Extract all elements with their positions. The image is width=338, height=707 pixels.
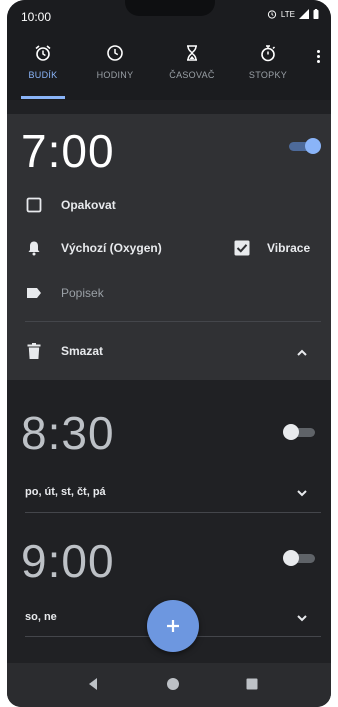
plus-icon — [167, 620, 179, 632]
status-icons: LTE — [267, 9, 319, 19]
home-icon[interactable] — [166, 677, 180, 691]
signal-icon — [299, 9, 309, 19]
card-divider — [25, 321, 321, 322]
alarm-time[interactable]: 7:00 — [21, 124, 115, 178]
tab-timer-label: ČASOVAČ — [169, 70, 215, 80]
tab-clock-label: HODINY — [96, 70, 134, 80]
vibrate-label: Vibrace — [267, 241, 311, 255]
camera-notch — [125, 0, 215, 16]
collapse-chevron-icon[interactable] — [295, 346, 309, 360]
delete-label: Smazat — [61, 344, 104, 358]
ringtone-row[interactable]: Výchozí (Oxygen) — [25, 239, 162, 257]
add-alarm-button[interactable] — [147, 600, 199, 652]
delete-row[interactable]: Smazat — [25, 342, 103, 360]
label-tag-icon — [25, 284, 43, 302]
stopwatch-icon — [261, 45, 276, 62]
expand-chevron-icon[interactable] — [295, 611, 309, 625]
label-placeholder: Popisek — [61, 286, 104, 300]
alarm-toggle-on[interactable] — [287, 138, 321, 154]
checkbox-unchecked-icon[interactable] — [25, 196, 43, 214]
system-nav-bar — [7, 663, 331, 707]
network-type: LTE — [280, 9, 295, 19]
tab-stopwatch[interactable]: STOPKY — [233, 44, 303, 80]
alarm-time[interactable]: 9:00 — [21, 534, 115, 588]
alarm-toggle-off[interactable] — [283, 424, 317, 440]
bell-icon — [25, 239, 43, 257]
card-divider — [25, 512, 321, 513]
alarm-status-icon — [267, 10, 277, 19]
label-row[interactable]: Popisek — [25, 284, 104, 302]
trash-icon — [25, 342, 43, 360]
more-options-icon[interactable] — [313, 48, 323, 65]
tab-timer[interactable]: ČASOVAČ — [157, 44, 227, 80]
alarm-card-expanded: 7:00 Opakovat Výchozí (Oxygen) Vibrace P… — [7, 114, 331, 380]
status-time: 10:00 — [21, 10, 52, 24]
repeat-label: Opakovat — [61, 198, 116, 212]
ringtone-label: Výchozí (Oxygen) — [61, 241, 162, 255]
checkbox-checked-icon[interactable] — [233, 239, 251, 257]
recents-icon[interactable] — [245, 677, 259, 691]
active-tab-indicator — [21, 96, 65, 99]
tab-alarm[interactable]: BUDÍK — [8, 44, 78, 80]
status-bar: 10:00 LTE — [7, 0, 331, 34]
alarm-icon — [35, 45, 51, 61]
tab-bar: BUDÍK HODINY ČASOVAČ STOPKY — [7, 34, 331, 100]
alarm-toggle-off[interactable] — [283, 550, 317, 566]
phone-screen: 10:00 LTE BUDÍK HODINY ČASOVAČ STOPKY 7:… — [7, 0, 331, 707]
alarm-days: so, ne — [25, 611, 57, 623]
tab-alarm-label: BUDÍK — [28, 70, 58, 80]
tab-stopwatch-label: STOPKY — [248, 70, 288, 80]
vibrate-row[interactable]: Vibrace — [233, 239, 310, 257]
alarm-days: po, út, st, čt, pá — [25, 486, 106, 498]
back-icon[interactable] — [86, 677, 100, 691]
repeat-row[interactable]: Opakovat — [25, 196, 116, 214]
alarm-card[interactable]: 8:30 po, út, st, čt, pá — [7, 394, 331, 514]
clock-icon — [107, 45, 123, 61]
battery-icon — [313, 9, 319, 19]
hourglass-icon — [187, 45, 197, 61]
tab-clock[interactable]: HODINY — [80, 44, 150, 80]
alarm-time[interactable]: 8:30 — [21, 406, 115, 460]
expand-chevron-icon[interactable] — [295, 486, 309, 500]
